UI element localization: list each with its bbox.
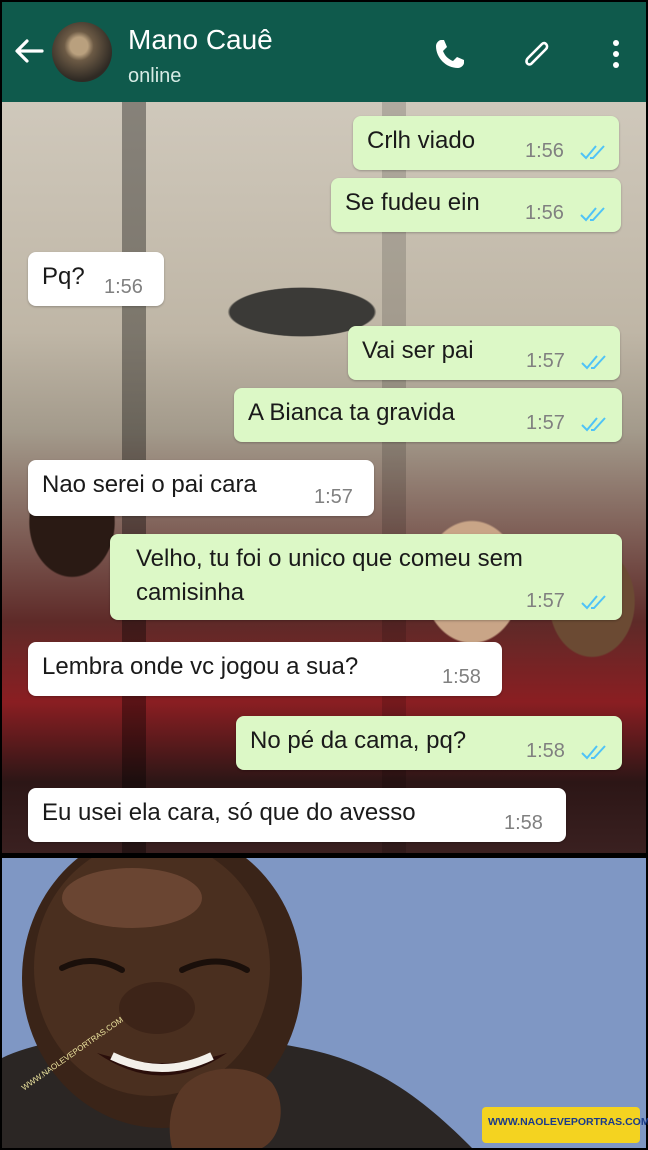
message-bubble[interactable]: Velho, tu foi o unico que comeu sem cami… [110,534,622,620]
message-text: Vai ser pai [362,337,474,364]
message-text: Crlh viado [367,127,476,154]
read-receipt-icon [581,745,606,760]
paperclip-icon[interactable] [518,36,554,72]
message-text: Velho, tu foi o unico que comeu sem [136,545,523,572]
crying-man-illustration [2,858,646,1148]
message-bubble[interactable]: No pé da cama, pq? 1:58 [236,716,622,770]
message-bubble[interactable]: Nao serei o pai cara 1:57 [28,460,374,516]
more-vertical-icon[interactable] [598,36,634,72]
message-text: Pq? [42,263,85,290]
read-receipt-icon [581,355,606,370]
read-receipt-icon [580,145,605,160]
meme-frame: Mano Cauê online Crlh viado 1:56 Se fude… [0,0,648,1150]
watermark-text: WWW.NAOLEVEPORTRAS.COM [488,1116,648,1128]
message-text: No pé da cama, pq? [250,727,467,754]
message-text: Eu usei ela cara, só que do avesso [42,799,416,826]
message-time: 1:56 [525,202,564,224]
message-text: Se fudeu ein [345,189,480,216]
message-bubble[interactable]: Crlh viado 1:56 [353,116,619,170]
message-time: 1:57 [526,590,565,612]
message-text-line-2: camisinha [136,579,245,606]
message-time: 1:57 [314,486,353,508]
chat-header: Mano Cauê online [2,2,646,102]
read-receipt-icon [581,595,606,610]
message-bubble[interactable]: Se fudeu ein 1:56 [331,178,621,232]
message-time: 1:56 [525,140,564,162]
message-bubble[interactable]: Pq? 1:56 [28,252,164,306]
message-time: 1:57 [526,412,565,434]
reaction-photo [2,858,646,1148]
message-time: 1:58 [526,740,565,762]
chat-background: Crlh viado 1:56 Se fudeu ein 1:56 Pq? 1:… [2,102,646,853]
message-time: 1:56 [104,276,143,298]
phone-icon[interactable] [432,36,468,72]
message-time: 1:58 [442,666,481,688]
message-time: 1:58 [504,812,543,834]
message-bubble[interactable]: A Bianca ta gravida 1:57 [234,388,622,442]
message-text: Lembra onde vc jogou a sua? [42,653,359,680]
contact-avatar[interactable] [52,22,112,82]
contact-name[interactable]: Mano Cauê [128,24,273,56]
message-bubble[interactable]: Eu usei ela cara, só que do avesso 1:58 [28,788,566,842]
read-receipt-icon [581,417,606,432]
watermark-badge: WWW.NAOLEVEPORTRAS.COM [482,1107,648,1143]
read-receipt-icon [580,207,605,222]
message-text: Nao serei o pai cara [42,471,257,498]
message-time: 1:57 [526,350,565,372]
contact-status: online [128,65,182,87]
message-text: A Bianca ta gravida [248,399,455,426]
message-bubble[interactable]: Lembra onde vc jogou a sua? 1:58 [28,642,502,696]
back-arrow-icon[interactable] [12,34,46,68]
message-bubble[interactable]: Vai ser pai 1:57 [348,326,620,380]
